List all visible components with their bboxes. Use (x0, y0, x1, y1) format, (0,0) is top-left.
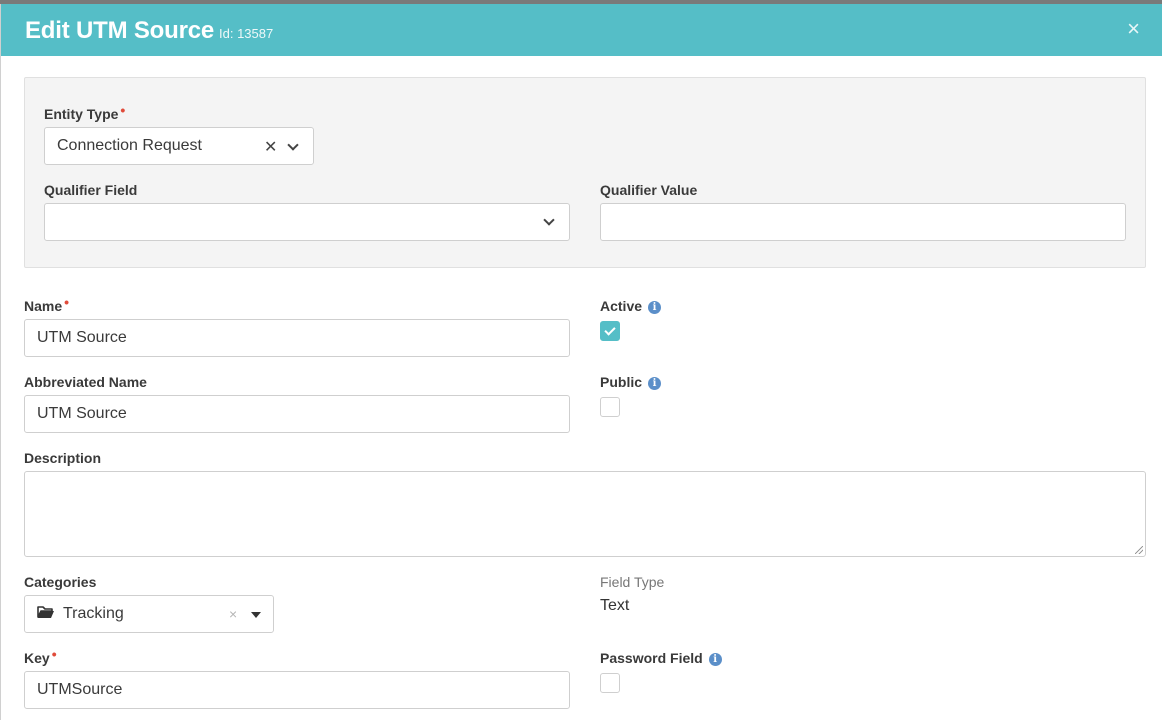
password-field-label: Password Field i (600, 650, 722, 666)
modal-header: Edit UTM Source Id: 13587 × (1, 4, 1162, 56)
abbreviated-name-label: Abbreviated Name (24, 374, 147, 390)
categories-label: Categories (24, 574, 97, 590)
qualifier-value-label: Qualifier Value (600, 182, 698, 198)
key-label: Key • (24, 646, 57, 666)
required-marker: • (64, 294, 70, 310)
required-marker: • (51, 646, 57, 662)
check-icon (604, 324, 616, 336)
info-icon[interactable]: i (648, 301, 662, 314)
entity-type-select[interactable]: Connection Request ✕ (44, 127, 314, 165)
description-textarea[interactable] (24, 471, 1146, 557)
categories-picker[interactable]: Tracking × (24, 595, 274, 633)
field-type-label: Field Type (600, 574, 665, 590)
close-icon[interactable]: × (1127, 18, 1140, 40)
folder-open-icon (37, 604, 55, 620)
modal-title: Edit UTM Source (25, 17, 215, 44)
description-label: Description (24, 450, 102, 466)
public-label: Public i (600, 374, 662, 390)
field-type-value: Text (600, 597, 630, 614)
key-value: UTMSource (37, 681, 123, 698)
resize-handle[interactable] (1135, 546, 1143, 554)
chevron-down-icon[interactable] (287, 139, 299, 151)
clear-icon[interactable]: ✕ (264, 137, 277, 157)
qualifier-field-label: Qualifier Field (44, 182, 138, 198)
clear-icon[interactable]: × (229, 606, 237, 622)
name-input[interactable]: UTM Source (24, 319, 570, 357)
active-checkbox[interactable] (600, 321, 620, 341)
key-input[interactable]: UTMSource (24, 671, 570, 709)
required-marker: • (120, 102, 126, 118)
caret-down-icon[interactable] (251, 612, 261, 618)
qualifier-field-select[interactable] (44, 203, 570, 241)
entity-type-label: Entity Type • (44, 102, 126, 122)
categories-value: Tracking (63, 605, 124, 622)
abbreviated-name-input[interactable]: UTM Source (24, 395, 570, 433)
public-checkbox[interactable] (600, 397, 620, 417)
name-label: Name • (24, 294, 70, 314)
chevron-down-icon[interactable] (543, 214, 555, 226)
password-field-checkbox[interactable] (600, 673, 620, 693)
record-id: Id: 13587 (219, 26, 274, 41)
entity-type-value: Connection Request (57, 137, 202, 154)
active-label: Active i (600, 298, 662, 314)
abbreviated-name-value: UTM Source (37, 405, 127, 422)
info-icon[interactable]: i (708, 653, 722, 666)
qualifier-value-input[interactable] (600, 203, 1126, 241)
info-icon[interactable]: i (648, 377, 662, 390)
name-value: UTM Source (37, 329, 127, 346)
